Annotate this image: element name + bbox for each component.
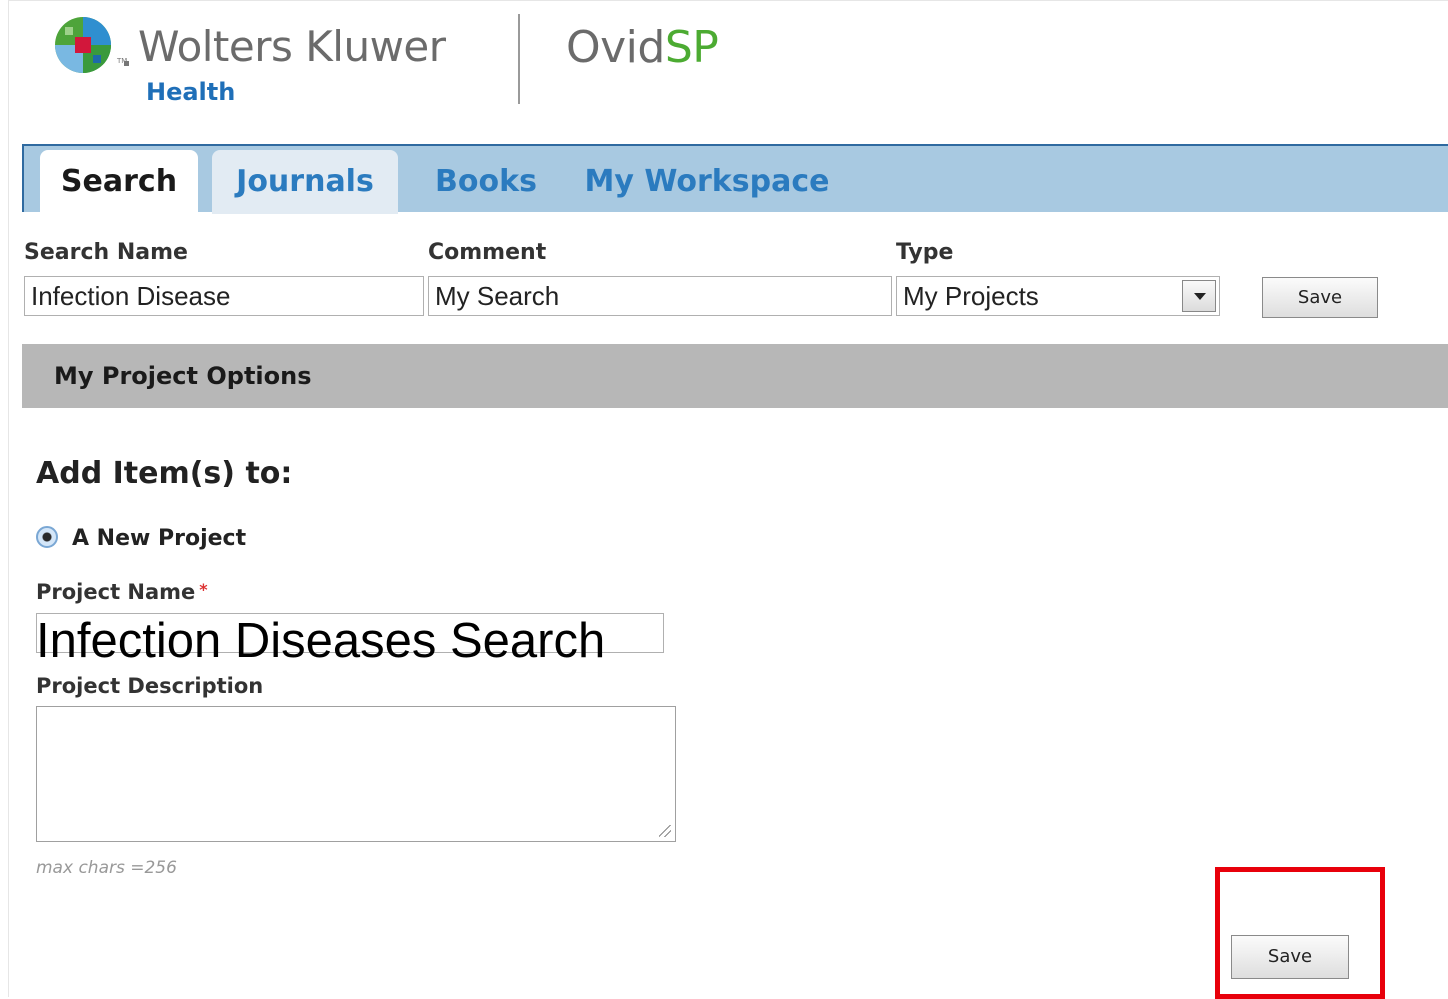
type-select[interactable]: My Projects: [896, 276, 1220, 316]
project-description-label: Project Description: [36, 674, 264, 698]
save-project-button[interactable]: Save: [1231, 935, 1349, 979]
new-project-label[interactable]: A New Project: [72, 526, 246, 551]
brand-subtitle: Health: [146, 78, 236, 106]
comment-label: Comment: [428, 240, 547, 265]
search-name-label: Search Name: [24, 240, 188, 265]
brand-dot: [124, 61, 129, 66]
highlight-annotation-box: [1215, 867, 1385, 999]
comment-input[interactable]: My Search: [428, 276, 892, 316]
tab-books[interactable]: Books: [422, 150, 550, 214]
project-name-label-text: Project Name: [36, 580, 196, 604]
project-name-label: Project Name *: [36, 580, 208, 604]
header-divider: [518, 14, 520, 104]
save-search-button[interactable]: Save: [1262, 277, 1378, 318]
type-label: Type: [896, 240, 954, 265]
tab-journals[interactable]: Journals: [212, 150, 398, 214]
product-name-part1: Ovid: [566, 22, 665, 73]
max-chars-hint: max chars =256: [36, 858, 177, 878]
project-description-textarea[interactable]: [36, 706, 676, 842]
resize-grip-icon[interactable]: [659, 825, 671, 837]
brand-name: Wolters Kluwer: [138, 22, 446, 71]
chevron-down-icon[interactable]: [1182, 280, 1216, 312]
tab-search[interactable]: Search: [40, 150, 198, 214]
search-name-input[interactable]: Infection Disease: [24, 276, 424, 316]
main-tab-bar: Search Journals Books My Workspace: [22, 144, 1448, 214]
product-name-part2: SP: [664, 22, 719, 73]
product-name: OvidSP: [566, 22, 719, 73]
wolters-kluwer-globe-logo: [55, 17, 111, 73]
new-project-radio[interactable]: [36, 526, 58, 548]
required-marker: *: [199, 580, 208, 599]
tab-my-workspace[interactable]: My Workspace: [582, 150, 832, 214]
add-items-heading: Add Item(s) to:: [36, 456, 293, 491]
project-name-value: Infection Diseases Search: [36, 614, 606, 668]
project-options-header: My Project Options: [22, 344, 1448, 408]
project-options-title: My Project Options: [54, 362, 312, 390]
